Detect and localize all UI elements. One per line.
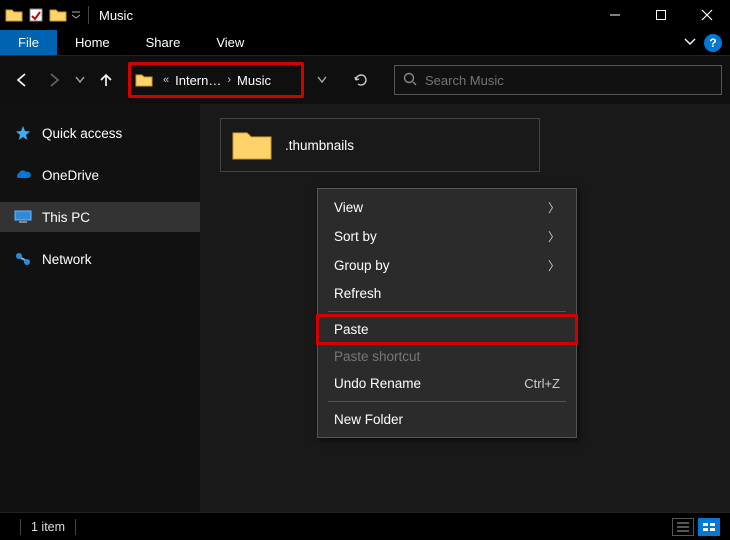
- help-icon[interactable]: ?: [704, 34, 722, 52]
- content-pane[interactable]: .thumbnails View 〉 Sort by 〉 Group by 〉 …: [200, 104, 730, 512]
- qat: Music: [0, 5, 137, 25]
- ctx-label: Group by: [334, 258, 390, 273]
- ribbon-tabs: File Home Share View ?: [0, 30, 730, 56]
- breadcrumb-folder-icon: [135, 72, 153, 88]
- breadcrumb-overflow[interactable]: «: [163, 74, 169, 86]
- separator: [20, 519, 21, 535]
- minimize-button[interactable]: [592, 0, 638, 30]
- separator: [328, 311, 566, 312]
- network-icon: [14, 250, 32, 268]
- tab-view[interactable]: View: [198, 30, 262, 55]
- ribbon-collapse-icon[interactable]: [684, 35, 696, 50]
- sidebar-item-quick-access[interactable]: Quick access: [0, 118, 200, 148]
- ctx-label: Undo Rename: [334, 376, 421, 391]
- view-large-icons-button[interactable]: [698, 518, 720, 536]
- ctx-paste-shortcut: Paste shortcut: [318, 343, 576, 370]
- window-controls: [592, 0, 730, 30]
- tab-home[interactable]: Home: [57, 30, 128, 55]
- close-button[interactable]: [684, 0, 730, 30]
- separator: [88, 6, 89, 24]
- search-input[interactable]: [425, 73, 713, 88]
- qat-dropdown-icon[interactable]: [70, 5, 82, 25]
- chevron-right-icon: 〉: [548, 199, 560, 216]
- navigation-pane: Quick access OneDrive This PC Network: [0, 104, 200, 512]
- maximize-button[interactable]: [638, 0, 684, 30]
- ctx-view[interactable]: View 〉: [318, 193, 576, 222]
- address-dropdown-icon[interactable]: [308, 75, 336, 85]
- sidebar-item-label: OneDrive: [42, 168, 99, 183]
- ctx-paste[interactable]: Paste: [318, 316, 576, 343]
- forward-button[interactable]: [40, 66, 68, 94]
- chevron-right-icon: 〉: [548, 257, 560, 274]
- pc-icon: [14, 208, 32, 226]
- ctx-refresh[interactable]: Refresh: [318, 280, 576, 307]
- folder-tile[interactable]: .thumbnails: [220, 118, 540, 172]
- ctx-label: Sort by: [334, 229, 377, 244]
- sidebar-item-label: Network: [42, 252, 92, 267]
- ctx-label: New Folder: [334, 412, 403, 427]
- separator: [328, 401, 566, 402]
- search-box[interactable]: [394, 65, 722, 95]
- recent-locations-icon[interactable]: [72, 66, 88, 94]
- app-folder-icon-2: [48, 5, 68, 25]
- sidebar-item-onedrive[interactable]: OneDrive: [0, 160, 200, 190]
- sidebar-item-this-pc[interactable]: This PC: [0, 202, 200, 232]
- ctx-label: Paste shortcut: [334, 349, 420, 364]
- sidebar-item-label: Quick access: [42, 126, 122, 141]
- ctx-undo-rename[interactable]: Undo Rename Ctrl+Z: [318, 370, 576, 397]
- up-button[interactable]: [92, 66, 120, 94]
- ctx-label: View: [334, 200, 363, 215]
- view-details-button[interactable]: [672, 518, 694, 536]
- title-bar: Music: [0, 0, 730, 30]
- qat-properties-icon[interactable]: [26, 5, 46, 25]
- body: Quick access OneDrive This PC Network: [0, 104, 730, 512]
- context-menu: View 〉 Sort by 〉 Group by 〉 Refresh Past…: [317, 188, 577, 438]
- app-folder-icon: [4, 5, 24, 25]
- folder-icon: [231, 127, 273, 163]
- folder-name: .thumbnails: [285, 138, 354, 153]
- separator: [75, 519, 76, 535]
- chevron-right-icon: 〉: [548, 228, 560, 245]
- address-bar-highlight: « Intern… › Music: [128, 62, 304, 98]
- window-title: Music: [99, 8, 133, 23]
- sidebar-item-label: This PC: [42, 210, 90, 225]
- navigation-bar: « Intern… › Music: [0, 56, 730, 104]
- breadcrumb-item-1[interactable]: Music: [237, 73, 271, 88]
- search-icon: [403, 72, 417, 89]
- ctx-label: Refresh: [334, 286, 381, 301]
- star-icon: [14, 124, 32, 142]
- tab-share[interactable]: Share: [128, 30, 199, 55]
- onedrive-icon: [14, 166, 32, 184]
- ctx-group-by[interactable]: Group by 〉: [318, 251, 576, 280]
- ctx-shortcut: Ctrl+Z: [524, 376, 560, 391]
- back-button[interactable]: [8, 66, 36, 94]
- chevron-right-icon[interactable]: ›: [227, 74, 231, 86]
- file-tab[interactable]: File: [0, 30, 57, 55]
- status-text: 1 item: [31, 520, 65, 534]
- ctx-label: Paste: [334, 322, 369, 337]
- address-bar[interactable]: « Intern… › Music: [131, 65, 301, 95]
- ctx-new-folder[interactable]: New Folder: [318, 406, 576, 433]
- breadcrumb-item-0[interactable]: Intern…: [175, 73, 221, 88]
- sidebar-item-network[interactable]: Network: [0, 244, 200, 274]
- status-bar: 1 item: [0, 512, 730, 540]
- refresh-button[interactable]: [346, 65, 376, 95]
- ctx-sort-by[interactable]: Sort by 〉: [318, 222, 576, 251]
